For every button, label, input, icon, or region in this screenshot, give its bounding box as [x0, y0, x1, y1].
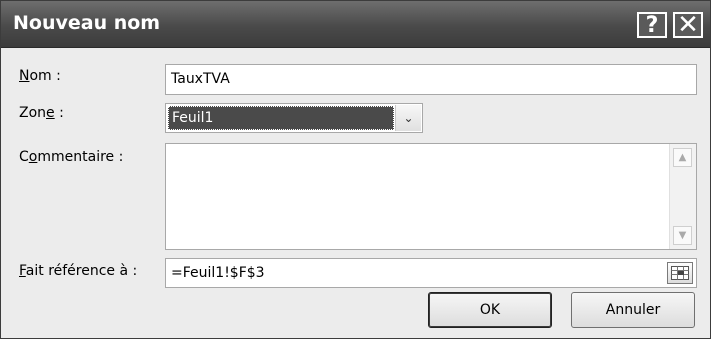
- range-select-button[interactable]: [667, 262, 693, 284]
- close-icon: ✕: [677, 10, 699, 40]
- close-button[interactable]: ✕: [673, 12, 703, 38]
- name-input-value: TauxTVA: [171, 71, 230, 87]
- zone-label: Zone :: [19, 105, 64, 121]
- cancel-button[interactable]: Annuler: [571, 292, 695, 328]
- refers-to-value: =Feuil1!$F$3: [171, 265, 265, 281]
- range-select-icon: [671, 266, 689, 280]
- comment-scrollbar[interactable]: ▲ ▼: [669, 144, 696, 249]
- refers-to-label: Fait référence à :: [19, 263, 138, 279]
- help-button[interactable]: ?: [637, 12, 667, 38]
- dialog-title: Nouveau nom: [13, 12, 161, 34]
- scroll-up-icon[interactable]: ▲: [673, 148, 692, 167]
- new-name-dialog: Nouveau nom ? ✕ Nom : TauxTVA Zone : Feu…: [0, 0, 711, 339]
- zone-select[interactable]: Feuil1 ⌄: [165, 103, 423, 133]
- scroll-down-icon[interactable]: ▼: [673, 226, 692, 245]
- ok-button[interactable]: OK: [428, 292, 552, 328]
- refers-to-input[interactable]: =Feuil1!$F$3: [165, 258, 697, 288]
- comment-textarea[interactable]: ▲ ▼: [165, 143, 697, 250]
- help-icon: ?: [645, 12, 659, 38]
- name-input[interactable]: TauxTVA: [165, 64, 697, 95]
- comment-label: Commentaire :: [19, 149, 124, 165]
- chevron-down-icon: ⌄: [403, 111, 414, 125]
- title-bar[interactable]: Nouveau nom ? ✕: [1, 1, 710, 48]
- zone-dropdown-button[interactable]: ⌄: [395, 105, 421, 131]
- name-label: Nom :: [19, 68, 61, 84]
- zone-selected-value: Feuil1: [168, 106, 394, 130]
